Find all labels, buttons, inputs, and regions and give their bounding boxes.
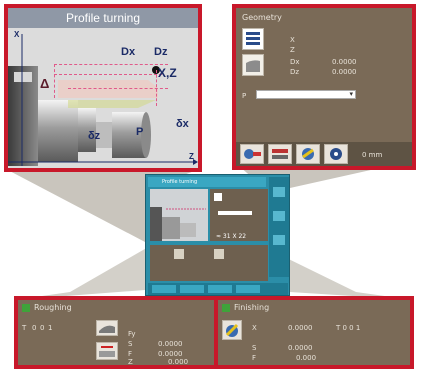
contour-line — [54, 64, 168, 65]
dz-label: Dz — [154, 46, 168, 58]
turning-workpiece-illustration — [8, 28, 198, 168]
roughing-row-label-0: T — [22, 324, 27, 332]
finishing-row-label-x: X — [252, 324, 257, 332]
profile-turning-panel: Profile turning Dx Dz X,Z Δ δz δx P X Z — [4, 4, 202, 172]
finishing-section: Finishing X 0.0000 T 0 0 1 S 0.0000 F 0.… — [218, 300, 410, 365]
turning-tool-icon — [244, 149, 261, 159]
finishing-row-label-f: F — [252, 354, 257, 362]
gear-icon — [330, 148, 342, 160]
p-dropdown[interactable]: ▾ — [256, 90, 356, 99]
center-softkey-3[interactable] — [208, 285, 232, 293]
side-button-3[interactable] — [273, 235, 285, 245]
finishing-row-label-s: S — [252, 344, 257, 352]
center-lower-view — [150, 245, 268, 281]
roughing-param-value-s[interactable]: 0.0000 — [158, 340, 183, 348]
finishing-row-value-x[interactable]: 0.0000 — [288, 324, 313, 332]
contour-line — [54, 74, 162, 75]
softkey-3[interactable] — [296, 144, 320, 164]
finishing-row-extra: T 0 0 1 — [336, 324, 361, 332]
axis-z-label: Z — [189, 152, 194, 161]
side-button-1[interactable] — [273, 187, 285, 197]
panel-title-bar: Profile turning — [8, 8, 198, 28]
center-softkey-2[interactable] — [180, 285, 204, 293]
axis-x-label: X — [14, 30, 20, 39]
center-screen: Profile turning ≈ 31 X 22 — [145, 174, 290, 296]
roughing-tool-button[interactable] — [96, 320, 118, 336]
roughing-param-label-f: F — [128, 350, 133, 358]
contour-line — [68, 88, 168, 89]
center-title: Profile turning — [162, 179, 198, 185]
roughing-finishing-panel: Roughing T 0 0 1 Fy S 0.0000 F 0.0000 Z … — [14, 296, 414, 369]
center-softkey-row — [148, 283, 288, 295]
finishing-row-value-f[interactable]: 0.000 — [296, 354, 316, 362]
center-dropdown[interactable] — [218, 211, 252, 215]
field-value-dz[interactable]: 0.0000 — [332, 68, 357, 76]
profile-icon-button[interactable] — [242, 54, 264, 76]
geometry-icon-button[interactable] — [242, 28, 264, 50]
mini-workpiece-icon — [150, 207, 206, 241]
field-label-x: X — [290, 36, 295, 44]
roughing-param-value-z[interactable]: 0.000 — [168, 358, 188, 365]
field-label-dx: Dx — [290, 58, 300, 66]
roughing-param-value-f[interactable]: 0.0000 — [158, 350, 183, 358]
p-field-label: P — [242, 92, 247, 100]
geometry-panel: Geometry X Z Dx 0.0000 Dz 0.0000 P ▾ 0 m… — [232, 4, 416, 170]
roughing-row-label-2: 0 — [40, 324, 45, 332]
dx-small-label: δx — [176, 118, 189, 130]
roughing-title: Roughing — [34, 303, 72, 312]
panel-title: Profile turning — [65, 11, 141, 25]
center-readout: ≈ 31 X 22 — [216, 233, 247, 240]
softkey-2[interactable] — [268, 144, 292, 164]
roughing-param-label-z: Z — [128, 358, 133, 366]
dz-small-label: δz — [88, 130, 101, 142]
dx-label: Dx — [121, 46, 136, 58]
softkey-bar: 0 mm — [236, 142, 412, 166]
side-button-2[interactable] — [273, 211, 285, 221]
depth-cut-icon — [99, 346, 115, 357]
contour-line — [54, 64, 55, 98]
finishing-check-icon — [222, 304, 230, 312]
roughing-row-label-1: 0 — [32, 324, 37, 332]
center-profile-view — [150, 189, 208, 241]
center-side-bar — [269, 177, 289, 277]
field-label-dz: Dz — [290, 68, 300, 76]
roughing-icon — [272, 149, 288, 159]
xz-label: X,Z — [158, 66, 177, 80]
contour-line — [156, 70, 157, 106]
roughing-section: Roughing T 0 0 1 Fy S 0.0000 F 0.0000 Z … — [18, 300, 214, 365]
softkey-1[interactable] — [240, 144, 264, 164]
roughing-depth-button[interactable] — [96, 342, 118, 360]
softkey-text: 0 mm — [362, 151, 383, 159]
center-roughing-icon — [174, 249, 184, 259]
geometry-title: Geometry — [242, 13, 282, 22]
stacked-bars-icon — [246, 32, 260, 45]
field-value-dx[interactable]: 0.0000 — [332, 58, 357, 66]
chevron-down-icon: ▾ — [349, 90, 353, 98]
finishing-title: Finishing — [234, 303, 270, 312]
profile-curve-icon — [246, 60, 260, 72]
roughing-check-icon — [22, 304, 30, 312]
roughing-param-label-fy: Fy — [128, 330, 136, 338]
finishing-icon — [302, 148, 314, 160]
center-finishing-icon — [214, 249, 224, 259]
finishing-row-value-s[interactable]: 0.0000 — [288, 344, 313, 352]
finishing-tool-icon — [225, 323, 239, 337]
roughing-param-label-s: S — [128, 340, 133, 348]
center-softkey-4[interactable] — [236, 285, 260, 293]
roughing-tool-icon — [99, 325, 115, 333]
finishing-tool-button[interactable] — [222, 320, 242, 340]
center-icon — [214, 193, 222, 201]
field-label-z: Z — [290, 46, 295, 54]
softkey-4[interactable] — [324, 144, 348, 164]
roughing-row-label-3: 1 — [48, 324, 53, 332]
center-softkey-1[interactable] — [152, 285, 176, 293]
delta-label: Δ — [40, 76, 50, 91]
p-label: P — [136, 126, 144, 138]
center-title-bar: Profile turning — [148, 177, 266, 187]
